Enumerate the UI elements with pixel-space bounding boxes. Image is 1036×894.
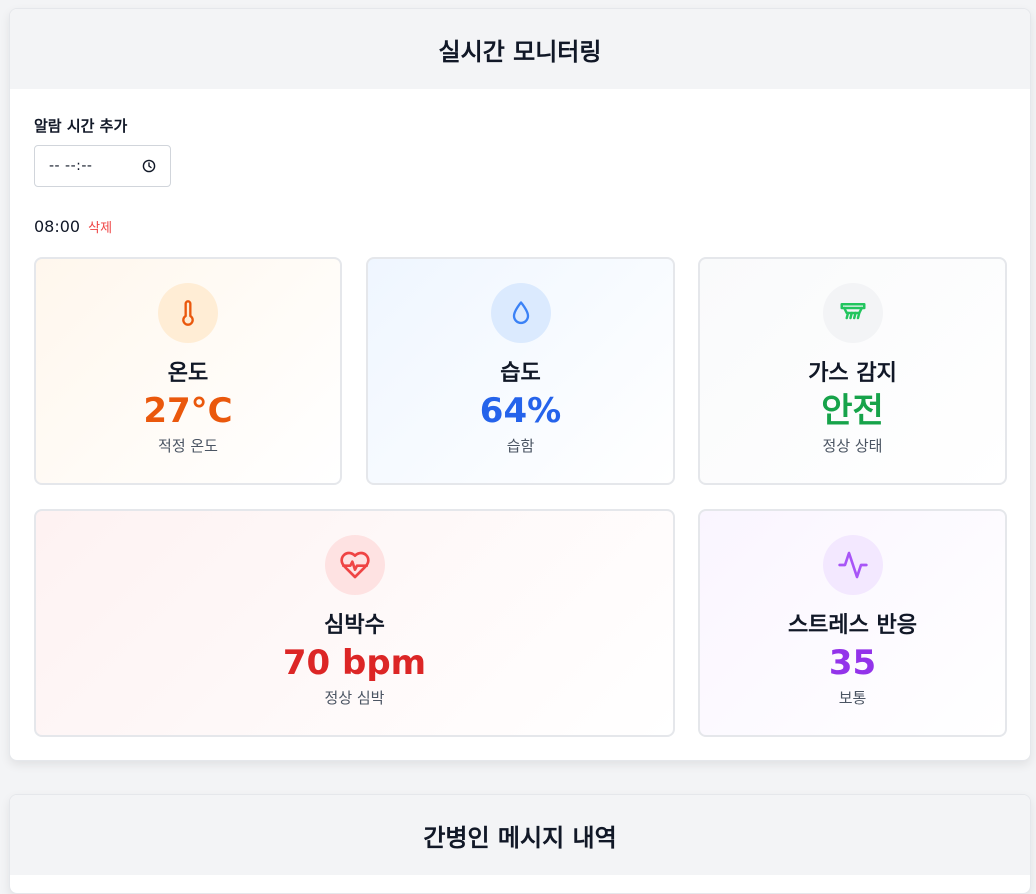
temperature-status: 적정 온도 <box>158 437 218 455</box>
activity-icon <box>822 535 883 595</box>
gas-status: 정상 상태 <box>822 437 883 455</box>
stress-value: 35 <box>828 643 877 683</box>
monitoring-panel: 실시간 모니터링 알람 시간 추가 -- --:-- 08:00 삭제 온도 2… <box>9 8 1031 761</box>
alarm-entry-time: 08:00 <box>34 217 81 236</box>
heart-rate-title: 심박수 <box>324 613 385 638</box>
humidity-card: 습도 64% 습함 <box>366 257 675 485</box>
time-input-placeholder: -- --:-- <box>49 158 93 174</box>
alarm-time-input[interactable]: -- --:-- <box>34 145 171 187</box>
humidity-title: 습도 <box>500 361 541 386</box>
alarm-delete-button[interactable]: 삭제 <box>88 217 112 236</box>
thermometer-icon <box>158 283 218 343</box>
heart-rate-value: 70 bpm <box>282 643 427 683</box>
gas-detector-icon <box>822 283 883 343</box>
messages-panel: 간병인 메시지 내역 <box>9 794 1031 894</box>
humidity-value: 64% <box>479 391 562 431</box>
gas-card: 가스 감지 안전 정상 상태 <box>698 257 1007 485</box>
alarm-label: 알람 시간 추가 <box>34 117 128 135</box>
clock-icon[interactable] <box>142 159 156 173</box>
gas-value: 안전 <box>821 391 884 431</box>
temperature-value: 27°C <box>143 391 233 431</box>
monitoring-title: 실시간 모니터링 <box>10 9 1030 89</box>
messages-title: 간병인 메시지 내역 <box>10 795 1030 875</box>
heart-pulse-icon <box>324 535 385 595</box>
temperature-title: 온도 <box>167 361 209 386</box>
heart-rate-status: 정상 심박 <box>324 689 385 707</box>
alarm-section: 알람 시간 추가 -- --:-- 08:00 삭제 <box>34 115 171 236</box>
gas-title: 가스 감지 <box>808 361 897 386</box>
droplet-icon <box>490 283 551 343</box>
stress-status: 보통 <box>838 689 867 707</box>
heart-rate-card: 심박수 70 bpm 정상 심박 <box>34 509 675 737</box>
stress-card: 스트레스 반응 35 보통 <box>698 509 1007 737</box>
temperature-card: 온도 27°C 적정 온도 <box>34 257 342 485</box>
stress-title: 스트레스 반응 <box>787 613 918 638</box>
humidity-status: 습함 <box>506 437 535 455</box>
alarm-entry: 08:00 삭제 <box>34 217 112 236</box>
